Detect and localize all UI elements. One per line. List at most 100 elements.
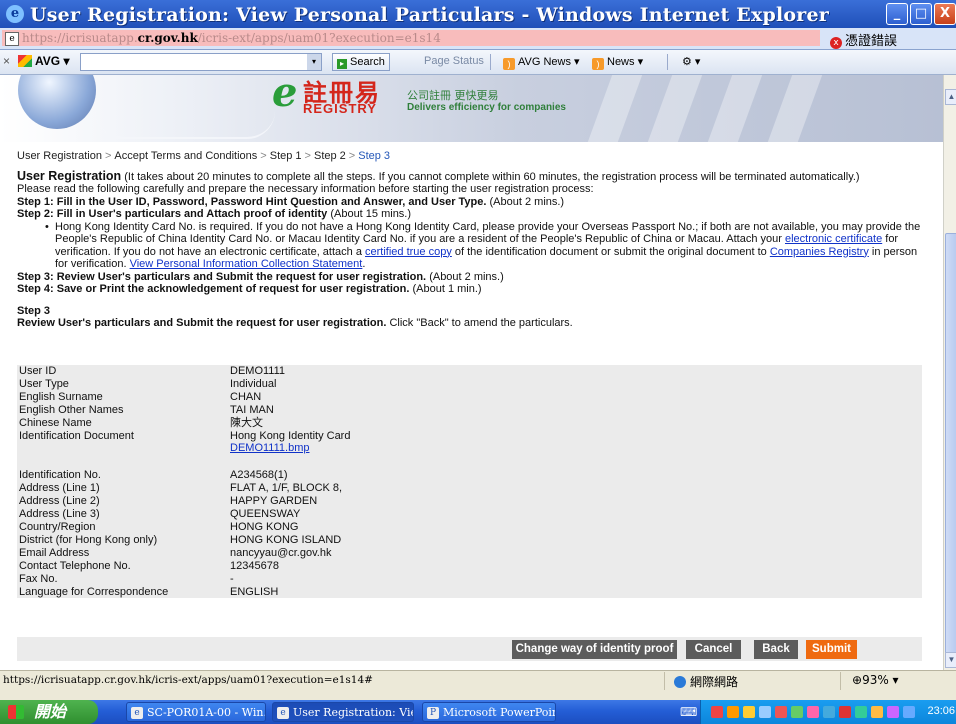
particular-label: Fax No.	[19, 572, 58, 585]
section-title: Step 3	[17, 304, 51, 317]
address-field[interactable]: e https://icrisuatapp.cr.gov.hk/icris-ex…	[2, 30, 820, 46]
particular-value: Hong Kong Identity Card	[230, 429, 351, 442]
particular-label: District (for Hong Kong only)	[19, 533, 158, 546]
particular-label	[17, 455, 230, 469]
certificate-error-label: 憑證錯誤	[845, 34, 898, 49]
taskbar-item[interactable]: PMicrosoft PowerPoint ...	[422, 702, 556, 722]
change-identity-proof-button[interactable]: Change way of identity proof	[512, 640, 677, 659]
title-bar: e User Registration: View Personal Parti…	[0, 0, 956, 28]
news-button[interactable]: ) News ▾	[592, 55, 643, 70]
search-input[interactable]: ▾	[80, 53, 322, 71]
companies-registry-link[interactable]: Companies Registry	[770, 246, 869, 258]
scroll-up-icon[interactable]: ▲	[945, 89, 956, 105]
electronic-certificate-link[interactable]: electronic certificate	[785, 233, 882, 245]
particular-label: Language for Correspondence	[19, 585, 169, 598]
particular-label: Email Address	[19, 546, 90, 559]
address-host: cr.gov.hk	[137, 31, 198, 45]
particular-label: Contact Telephone No.	[19, 559, 131, 572]
submit-button[interactable]: Submit	[806, 640, 857, 659]
identity-bullet: Hong Kong Identity Card No. is required.…	[45, 221, 922, 271]
toolbar-divider	[667, 54, 668, 70]
minimize-button[interactable]: _	[886, 3, 908, 25]
scroll-thumb[interactable]	[945, 233, 956, 665]
cancel-button[interactable]: Cancel	[686, 640, 741, 659]
security-zone[interactable]: 網際網路	[674, 673, 738, 690]
particulars-row: Identification No. A234568(1)	[17, 469, 922, 482]
particular-label: English Other Names	[19, 403, 124, 416]
tray-icon[interactable]	[759, 706, 771, 718]
vertical-scrollbar[interactable]: ▲ ▼	[943, 75, 956, 670]
particular-value: nancyyau@cr.gov.hk	[230, 546, 332, 559]
tray-icon[interactable]	[743, 706, 755, 718]
search-button[interactable]: ▸ Search	[332, 53, 390, 71]
instructions: User Registration > Accept Terms and Condi…	[17, 150, 922, 330]
tray-icon[interactable]	[791, 706, 803, 718]
tray-icon[interactable]	[711, 706, 723, 718]
back-button[interactable]: Back	[754, 640, 798, 659]
page-status-button[interactable]: Page Status	[424, 55, 484, 67]
banner-stripe	[647, 75, 703, 142]
collection-statement-link[interactable]: View Personal Information Collection Sta…	[130, 258, 363, 270]
particular-label: Identification Document	[19, 429, 134, 442]
breadcrumb: User Registration > Accept Terms and Condi…	[17, 150, 391, 162]
keyboard-icon[interactable]: ⌨	[680, 705, 697, 719]
particular-label: Address (Line 1)	[19, 482, 100, 495]
attachment-link[interactable]: DEMO1111.bmp	[230, 442, 922, 455]
toolbar-divider	[490, 54, 491, 70]
taskbar-item-active[interactable]: eUser Registration: Vie...	[272, 702, 414, 722]
particular-value: HONG KONG	[230, 520, 299, 533]
certificate-error-button[interactable]: x 憑證錯誤	[830, 30, 898, 49]
toolbar-close-icon[interactable]: ×	[3, 54, 10, 68]
intro-paragraph: User Registration (It takes about 20 min…	[17, 169, 922, 184]
tray-icon[interactable]	[855, 706, 867, 718]
logo-english: REGISTRY	[303, 101, 377, 116]
system-tray: 23:06	[700, 700, 956, 724]
prepare-text: Please read the following carefully and …	[17, 183, 594, 195]
address-bar: e https://icrisuatapp.cr.gov.hk/icris-ex…	[0, 28, 956, 50]
toolbar-options-button[interactable]: ⚙ ▾	[682, 55, 700, 68]
tray-icon[interactable]	[839, 706, 851, 718]
tray-icon[interactable]	[823, 706, 835, 718]
particular-label: Address (Line 2)	[19, 495, 100, 508]
action-bar: Change way of identity proof Cancel Back…	[17, 637, 922, 661]
step3-text: Step 3: Review User's particulars and Su…	[17, 270, 504, 283]
tray-icon[interactable]	[775, 706, 787, 718]
avg-toolbar: × AVG ▾ ▾ ▸ Search Page Status ) AVG News …	[0, 50, 956, 75]
tray-icon[interactable]	[727, 706, 739, 718]
ie-icon: e	[131, 707, 143, 719]
particular-label	[17, 442, 230, 455]
tray-icon[interactable]	[887, 706, 899, 718]
tray-icon[interactable]	[871, 706, 883, 718]
particular-label: User Type	[19, 377, 69, 390]
review-text: Review User's particulars and Submit the…	[17, 317, 573, 329]
particulars-row: Address (Line 2) HAPPY GARDEN	[17, 495, 922, 508]
particulars-row: Fax No. -	[17, 573, 922, 586]
globe-graphic	[18, 75, 96, 129]
zoom-level[interactable]: ⊕93% ▾	[852, 673, 899, 687]
taskbar-item[interactable]: e SC-POR01A-00 - Win...	[126, 702, 266, 722]
tray-icon[interactable]	[807, 706, 819, 718]
search-button-label: Search	[350, 56, 385, 68]
start-button[interactable]: 開始	[0, 700, 98, 724]
avg-menu-button[interactable]: AVG ▾	[18, 54, 69, 68]
particular-label: Identification No.	[19, 469, 101, 482]
maximize-button[interactable]: □	[910, 3, 932, 25]
particulars-row: English Other Names TAI MAN	[17, 404, 922, 417]
avg-news-button[interactable]: ) AVG News ▾	[503, 55, 580, 70]
certified-true-copy-link[interactable]: certified true copy	[365, 246, 452, 258]
step2-text: Step 2: Fill in User's particulars and A…	[17, 208, 412, 220]
tray-icon[interactable]	[903, 706, 915, 718]
particular-value: CHAN	[230, 390, 262, 403]
particulars-table: User ID DEMO1111 User Type Individual Englis…	[17, 365, 922, 599]
particular-value	[230, 455, 922, 469]
registry-logo-icon: e	[272, 75, 298, 116]
status-url: https://icrisuatapp.cr.gov.hk/icris-ext/…	[3, 674, 373, 686]
step4-text: Step 4: Save or Print the acknowledgemen…	[17, 283, 482, 295]
close-button[interactable]: X	[934, 3, 956, 25]
page-content: e 註冊易 REGISTRY 公司註冊 更快更易 Delivers effici…	[0, 75, 943, 670]
particulars-row: English Surname CHAN	[17, 391, 922, 404]
banner-stripe	[587, 75, 643, 142]
scroll-down-icon[interactable]: ▼	[945, 652, 956, 668]
search-dropdown-icon[interactable]: ▾	[307, 54, 321, 70]
internet-zone-icon	[674, 676, 686, 688]
